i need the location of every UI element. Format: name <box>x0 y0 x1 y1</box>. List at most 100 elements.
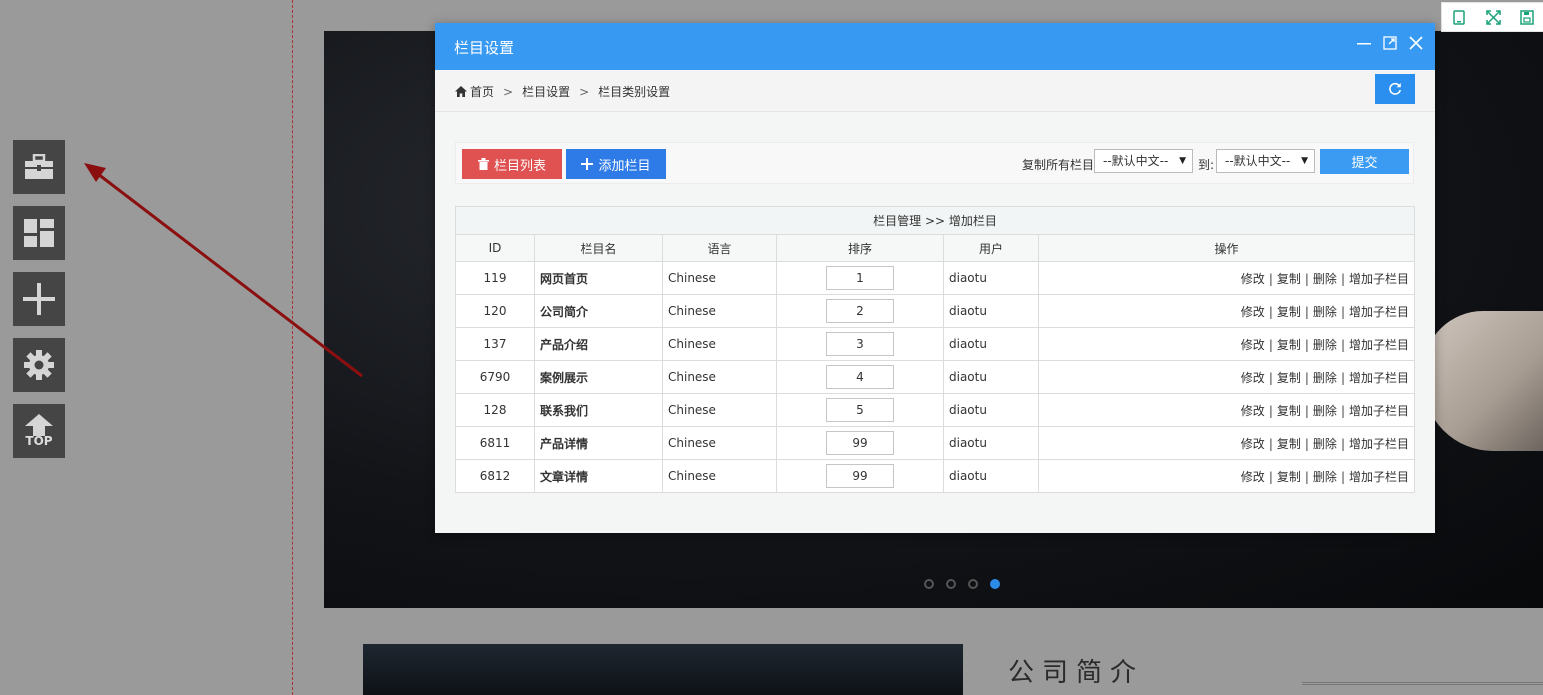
add-child-link[interactable]: 增加子栏目 <box>1349 470 1409 484</box>
cell-id: 120 <box>455 294 535 328</box>
copy-all-label: 复制所有栏目 <box>1022 158 1095 172</box>
action-separator: | <box>1268 403 1273 418</box>
edit-link[interactable]: 修改 <box>1241 305 1265 319</box>
refresh-button[interactable] <box>1375 74 1415 104</box>
section-image <box>363 644 963 695</box>
slider-dot-2[interactable] <box>946 579 956 589</box>
copy-link[interactable]: 复制 <box>1277 437 1301 451</box>
add-tool-button[interactable] <box>13 272 65 326</box>
hero-hand-image <box>1423 311 1543 451</box>
cell-user: diaotu <box>943 294 1039 328</box>
maximize-button[interactable] <box>1383 36 1397 50</box>
cell-actions: 修改 | 复制 | 删除 | 增加子栏目 <box>1038 360 1415 394</box>
add-child-link[interactable]: 增加子栏目 <box>1349 437 1409 451</box>
edit-link[interactable]: 修改 <box>1241 404 1265 418</box>
delete-link[interactable]: 删除 <box>1313 338 1337 352</box>
sort-order-input[interactable] <box>826 365 894 389</box>
table-caption-row: 栏目管理 >> 增加栏目 <box>455 206 1415 235</box>
delete-link[interactable]: 删除 <box>1313 437 1337 451</box>
cell-language: Chinese <box>662 327 777 361</box>
copy-link[interactable]: 复制 <box>1277 305 1301 319</box>
breadcrumb-category-settings[interactable]: 栏目类别设置 <box>598 83 670 100</box>
action-separator: | <box>1268 469 1273 484</box>
column-list-button[interactable]: 栏目列表 <box>462 149 562 179</box>
cell-actions: 修改 | 复制 | 删除 | 增加子栏目 <box>1038 393 1415 427</box>
target-language-select[interactable]: --默认中文-- ▼ <box>1216 149 1315 173</box>
sort-order-input[interactable] <box>826 398 894 422</box>
column-header-sort: 排序 <box>776 234 944 262</box>
cell-sort <box>776 459 944 493</box>
delete-link[interactable]: 删除 <box>1313 305 1337 319</box>
cell-id: 128 <box>455 393 535 427</box>
close-button[interactable] <box>1409 36 1423 50</box>
briefcase-tool-button[interactable] <box>13 140 65 194</box>
breadcrumb-home[interactable]: 首页 <box>470 83 494 100</box>
copy-link[interactable]: 复制 <box>1277 272 1301 286</box>
add-column-button[interactable]: 添加栏目 <box>566 149 666 179</box>
plus-icon <box>581 158 594 170</box>
action-separator: | <box>1304 436 1309 451</box>
top-arrow-icon <box>25 414 53 436</box>
back-to-top-button[interactable]: TOP <box>13 404 65 458</box>
slider-dot-4[interactable] <box>990 579 1000 589</box>
edit-link[interactable]: 修改 <box>1241 437 1265 451</box>
table-row: 137产品介绍Chinesediaotu修改|复制|删除|增加子栏目 <box>455 327 1415 361</box>
cell-id: 137 <box>455 327 535 361</box>
add-child-link[interactable]: 增加子栏目 <box>1349 272 1409 286</box>
save-icon[interactable] <box>1519 9 1535 25</box>
cell-sort <box>776 426 944 460</box>
delete-link[interactable]: 删除 <box>1313 470 1337 484</box>
delete-link[interactable]: 删除 <box>1313 404 1337 418</box>
minimize-button[interactable] <box>1357 36 1371 50</box>
action-separator: | <box>1340 436 1345 451</box>
copy-link[interactable]: 复制 <box>1277 404 1301 418</box>
action-separator: | <box>1304 370 1309 385</box>
sort-order-input[interactable] <box>826 464 894 488</box>
table-row: 6790案例展示Chinesediaotu修改|复制|删除|增加子栏目 <box>455 360 1415 394</box>
sort-order-input[interactable] <box>826 332 894 356</box>
source-language-select[interactable]: --默认中文-- ▼ <box>1094 149 1193 173</box>
edit-link[interactable]: 修改 <box>1241 338 1265 352</box>
slider-dot-3[interactable] <box>968 579 978 589</box>
window-controls <box>1357 36 1423 50</box>
cell-actions: 修改 | 复制 | 删除 | 增加子栏目 <box>1038 261 1415 295</box>
layout-guide-line <box>292 0 293 695</box>
add-child-link[interactable]: 增加子栏目 <box>1349 338 1409 352</box>
edit-link[interactable]: 修改 <box>1241 470 1265 484</box>
edit-link[interactable]: 修改 <box>1241 272 1265 286</box>
delete-link[interactable]: 删除 <box>1313 272 1337 286</box>
cell-id: 6790 <box>455 360 535 394</box>
copy-link[interactable]: 复制 <box>1277 338 1301 352</box>
sort-order-input[interactable] <box>826 299 894 323</box>
submit-button[interactable]: 提交 <box>1320 149 1409 174</box>
action-separator: | <box>1340 304 1345 319</box>
add-child-link[interactable]: 增加子栏目 <box>1349 305 1409 319</box>
close-icon <box>1409 36 1423 50</box>
action-separator: | <box>1340 370 1345 385</box>
add-child-link[interactable]: 增加子栏目 <box>1349 404 1409 418</box>
action-bar: 栏目列表 添加栏目 复制所有栏目 --默认中文-- ▼ 到: --默认中文-- … <box>455 142 1414 184</box>
cell-user: diaotu <box>943 327 1039 361</box>
sort-order-input[interactable] <box>826 431 894 455</box>
settings-tool-button[interactable] <box>13 338 65 392</box>
cell-language: Chinese <box>662 426 777 460</box>
cell-user: diaotu <box>943 261 1039 295</box>
mobile-view-icon[interactable] <box>1451 9 1467 25</box>
cell-language: Chinese <box>662 393 777 427</box>
cell-sort <box>776 327 944 361</box>
cell-actions: 修改 | 复制 | 删除 | 增加子栏目 <box>1038 327 1415 361</box>
plus-icon <box>23 283 55 315</box>
layout-tool-button[interactable] <box>13 206 65 260</box>
breadcrumb-column-settings[interactable]: 栏目设置 <box>522 83 570 100</box>
cell-name: 文章详情 <box>534 459 663 493</box>
edit-link[interactable]: 修改 <box>1241 371 1265 385</box>
copy-link[interactable]: 复制 <box>1277 371 1301 385</box>
column-header-actions: 操作 <box>1038 234 1415 262</box>
fullscreen-icon[interactable] <box>1485 9 1501 25</box>
add-child-link[interactable]: 增加子栏目 <box>1349 371 1409 385</box>
slider-dot-1[interactable] <box>924 579 934 589</box>
column-settings-modal: 栏目设置 首页 > 栏目设置 > 栏目类别设置 栏目列表 添加栏目 复制所有栏目… <box>435 23 1435 533</box>
sort-order-input[interactable] <box>826 266 894 290</box>
copy-link[interactable]: 复制 <box>1277 470 1301 484</box>
delete-link[interactable]: 删除 <box>1313 371 1337 385</box>
